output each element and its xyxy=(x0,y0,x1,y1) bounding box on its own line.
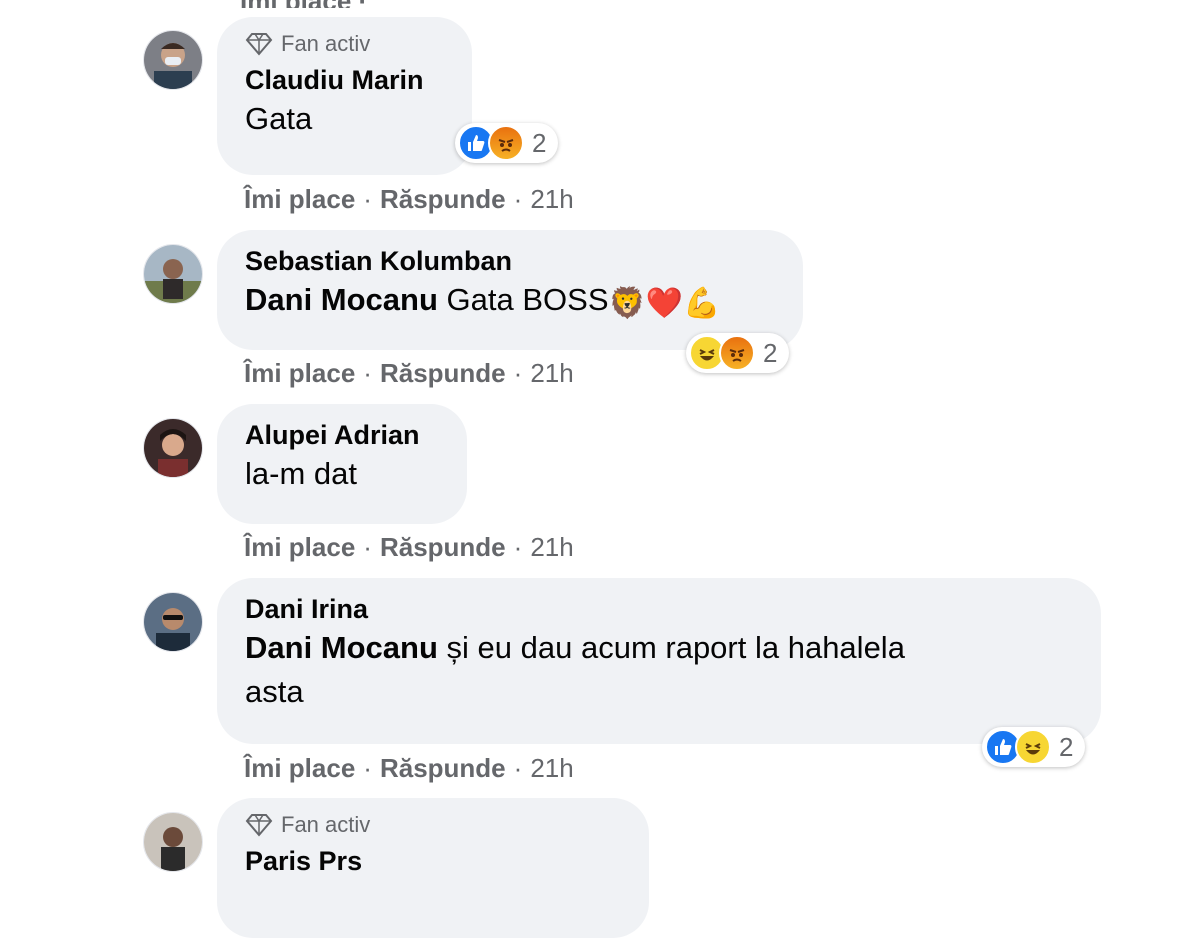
comment-author[interactable]: Claudiu Marin xyxy=(245,63,444,97)
like-link[interactable]: Îmi place xyxy=(244,184,355,215)
comment-text: Gata xyxy=(245,101,313,136)
separator: · xyxy=(363,532,372,562)
comment-body-continued: asta xyxy=(245,674,304,709)
reply-link[interactable]: Răspunde xyxy=(380,358,506,389)
fan-badge: Fan activ xyxy=(245,31,444,57)
reaction-count: 2 xyxy=(1059,731,1074,762)
comment-body: Gata BOSS xyxy=(446,282,609,317)
haha-icon xyxy=(1015,729,1051,765)
previous-comment-actions: Îmi place · Răspunde xyxy=(240,0,500,8)
comment-bubble: Dani Irina Dani Mocanu și eu dau acum ra… xyxy=(217,578,1101,744)
comment-author[interactable]: Alupei Adrian xyxy=(245,418,439,452)
avatar[interactable] xyxy=(143,418,203,478)
comment-bubble: Sebastian Kolumban Dani Mocanu Gata BOSS… xyxy=(217,230,803,350)
reaction-count: 2 xyxy=(532,127,547,158)
separator: · xyxy=(363,184,372,214)
separator: · xyxy=(363,358,372,388)
mention-link[interactable]: Dani Mocanu xyxy=(245,630,438,665)
angry-icon xyxy=(719,335,755,371)
separator: · xyxy=(513,184,523,214)
comment-author[interactable]: Sebastian Kolumban xyxy=(245,244,775,278)
comment-bubble: Fan activ Claudiu Marin Gata xyxy=(217,17,472,175)
comment-body: și eu dau acum raport la hahalela xyxy=(446,630,905,665)
reply-link[interactable]: Răspunde xyxy=(380,184,506,215)
separator: · xyxy=(513,358,523,388)
avatar[interactable] xyxy=(143,592,203,652)
comment-bubble: Alupei Adrian la-m dat xyxy=(217,404,467,524)
avatar[interactable] xyxy=(143,244,203,304)
angry-icon xyxy=(488,125,524,161)
timestamp[interactable]: 21h xyxy=(530,532,573,563)
like-link[interactable]: Îmi place xyxy=(244,532,355,563)
comment-actions: Îmi place · Răspunde · 21h xyxy=(244,753,574,784)
comment-text: la-m dat xyxy=(245,456,357,491)
avatar[interactable] xyxy=(143,30,203,90)
like-link[interactable]: Îmi place xyxy=(244,358,355,389)
diamond-icon xyxy=(245,814,273,837)
badge-label: Fan activ xyxy=(281,812,371,837)
reply-link[interactable]: Răspunde xyxy=(380,753,506,784)
comment-actions: Îmi place · Răspunde · 21h xyxy=(244,532,574,563)
timestamp[interactable]: 21h xyxy=(530,358,573,389)
separator: · xyxy=(513,532,523,562)
reply-link[interactable]: Răspunde xyxy=(380,532,506,563)
avatar[interactable] xyxy=(143,812,203,872)
reaction-count: 2 xyxy=(763,337,778,368)
badge-label: Fan activ xyxy=(281,31,371,56)
timestamp[interactable]: 21h xyxy=(530,184,573,215)
comment-text: Dani Mocanu Gata BOSS🦁❤️💪 xyxy=(245,278,775,326)
like-link[interactable]: Îmi place xyxy=(244,753,355,784)
mention-link[interactable]: Dani Mocanu xyxy=(245,282,438,317)
comment-author[interactable]: Dani Irina xyxy=(245,592,1073,626)
comment-actions: Îmi place · Răspunde · 21h xyxy=(244,358,574,389)
comment-author[interactable]: Paris Prs xyxy=(245,844,621,878)
diamond-icon xyxy=(245,33,273,56)
reactions-summary[interactable]: 2 xyxy=(686,333,790,373)
comment-text: Dani Mocanu și eu dau acum raport la hah… xyxy=(245,626,1073,714)
reactions-summary[interactable]: 2 xyxy=(982,727,1086,767)
separator: · xyxy=(363,753,372,783)
fan-badge: Fan activ xyxy=(245,812,621,838)
emoji-sequence: 🦁❤️💪 xyxy=(608,287,721,320)
reactions-summary[interactable]: 2 xyxy=(455,123,559,163)
timestamp[interactable]: 21h xyxy=(530,753,573,784)
comment-actions: Îmi place · Răspunde · 21h xyxy=(244,184,574,215)
separator: · xyxy=(513,753,523,783)
comment-bubble: Fan activ Paris Prs xyxy=(217,798,649,938)
